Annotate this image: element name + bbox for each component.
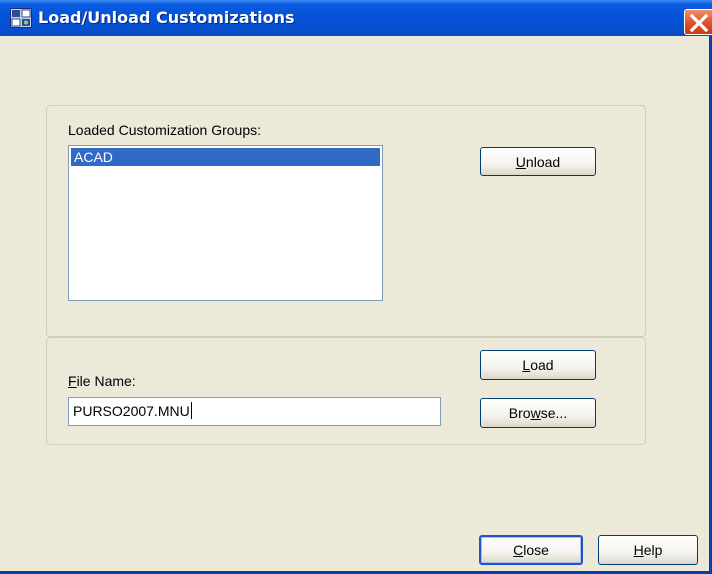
close-icon[interactable]	[684, 9, 712, 35]
unload-button[interactable]: Unload	[480, 147, 596, 176]
file-name-label: File Name:	[68, 373, 136, 389]
file-name-input[interactable]: PURSO2007.MNU	[68, 397, 441, 426]
autocad-app-icon	[10, 8, 32, 28]
browse-button[interactable]: Browse...	[480, 398, 596, 428]
customization-groups-list[interactable]: ACAD	[68, 145, 383, 301]
load-button[interactable]: Load	[480, 350, 596, 380]
help-button[interactable]: Help	[598, 535, 698, 565]
groups-label: Loaded Customization Groups:	[68, 122, 261, 138]
window-title: Load/Unload Customizations	[38, 8, 295, 27]
title-bar[interactable]: Load/Unload Customizations	[0, 0, 712, 36]
dialog-window: Load/Unload Customizations Loaded Custom…	[0, 0, 712, 574]
list-item-acad[interactable]: ACAD	[71, 148, 380, 166]
close-button[interactable]: Close	[479, 535, 583, 565]
